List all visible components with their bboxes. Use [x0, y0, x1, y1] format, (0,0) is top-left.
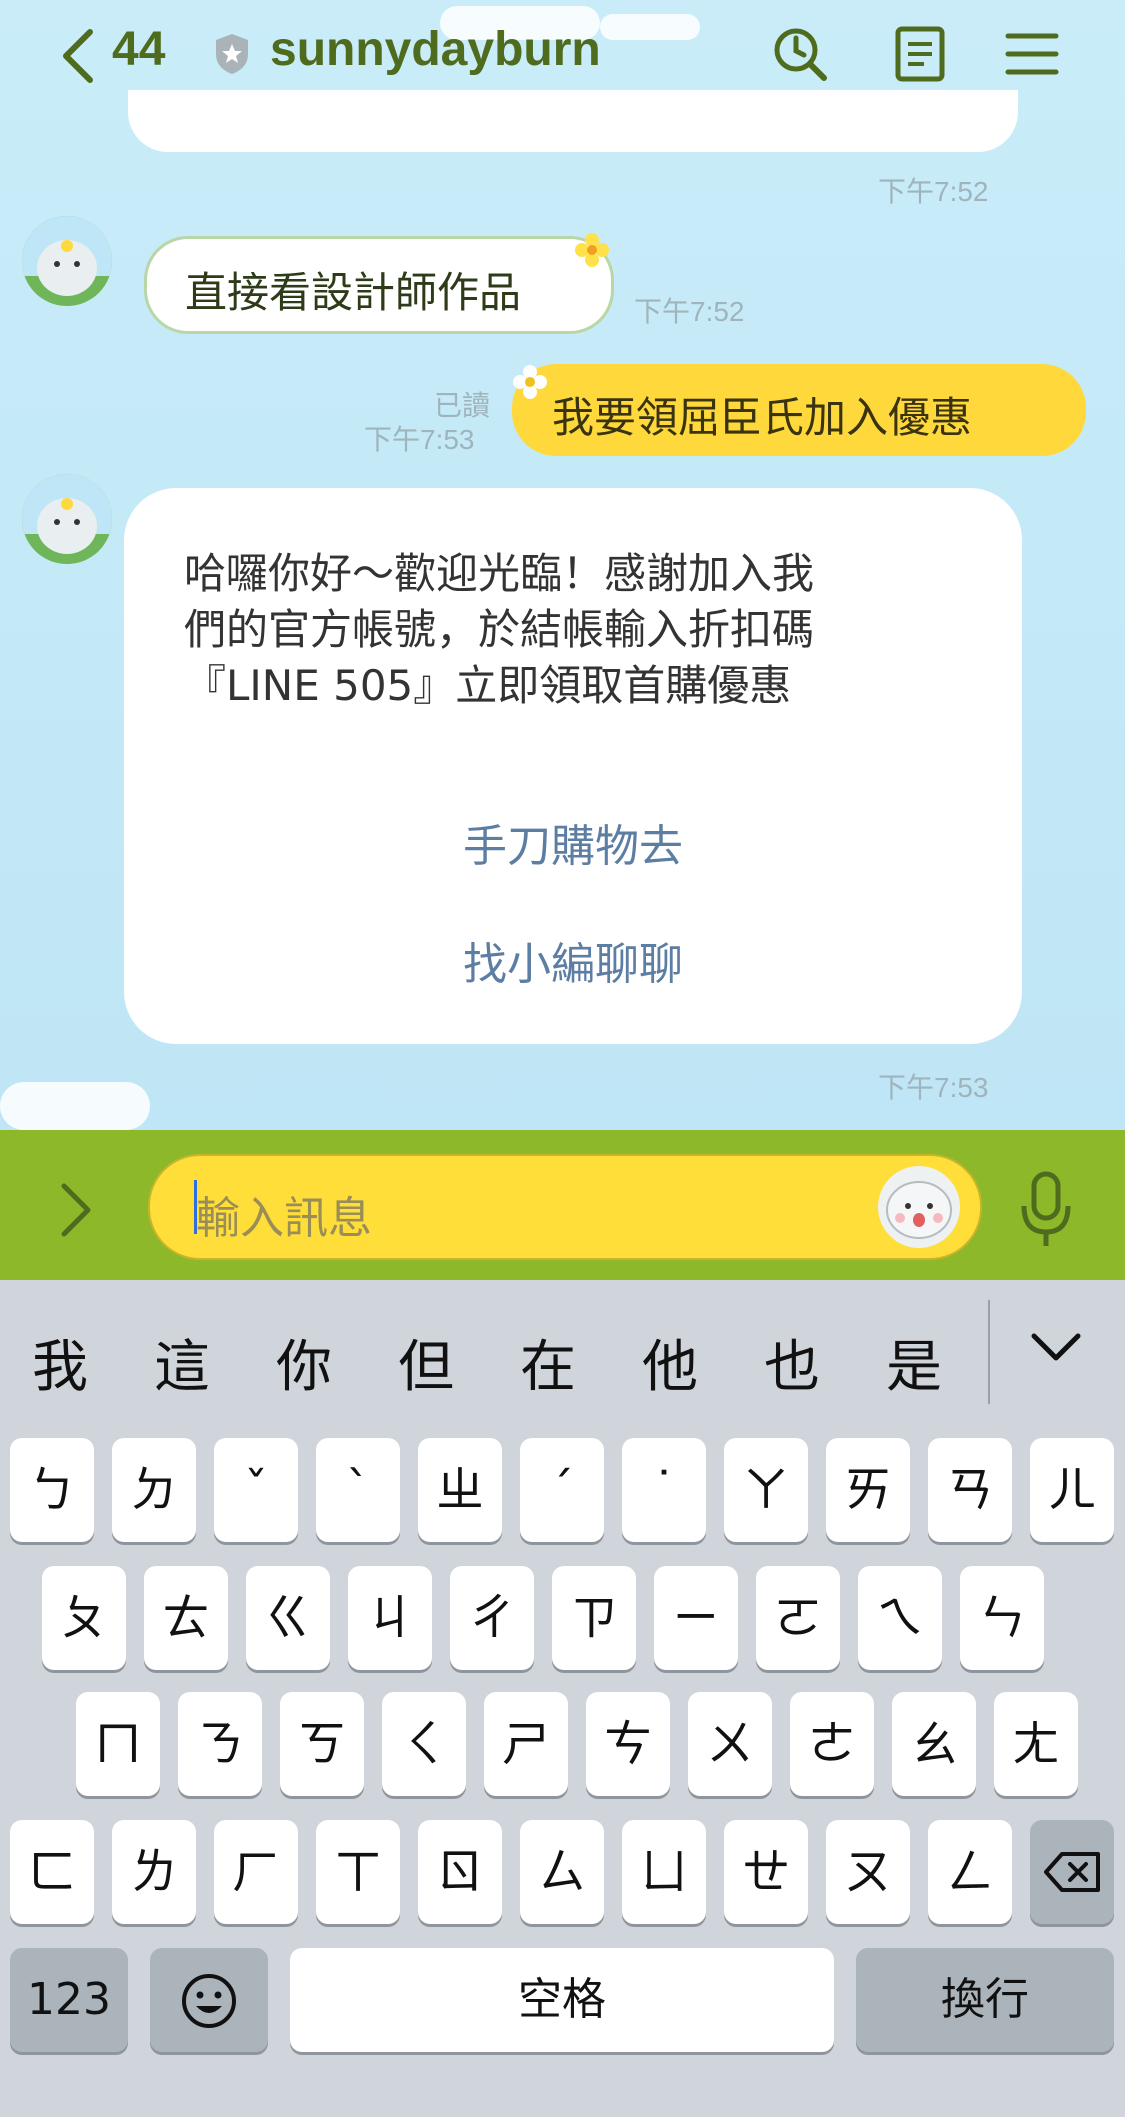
keyboard-key[interactable]: ㄎ	[280, 1692, 364, 1796]
keyboard-key[interactable]: ㄛ	[756, 1566, 840, 1670]
message-input-bar: 輸入訊息	[0, 1130, 1125, 1280]
keyboard-key[interactable]: ㄦ	[1030, 1438, 1114, 1542]
keyboard-key[interactable]: ㄗ	[552, 1566, 636, 1670]
chat-area: 44 sunnydayburn 下午7:52 直接看設計師作品 下午7:52 已…	[0, 0, 1125, 1130]
candidate-word[interactable]: 在	[520, 1322, 576, 1403]
message-time: 下午7:53	[878, 1072, 989, 1103]
candidate-bar: 我 這 你 但 在 他 也 是	[0, 1280, 1125, 1420]
emoji-icon	[182, 1974, 236, 2028]
emoji-key[interactable]	[150, 1948, 268, 2052]
sticker-icon	[886, 1181, 952, 1239]
keyboard-key[interactable]: ㄣ	[960, 1566, 1044, 1670]
keyboard-key[interactable]: ㄕ	[484, 1692, 568, 1796]
cloud-decoration	[0, 1082, 150, 1130]
keyboard-key[interactable]: ㄆ	[42, 1566, 126, 1670]
keyboard-key[interactable]: ㄡ	[826, 1820, 910, 1924]
note-icon[interactable]	[890, 24, 950, 84]
chat-title: sunnydayburn	[270, 23, 601, 76]
keyboard-key[interactable]: ㄒ	[316, 1820, 400, 1924]
previous-message-bubble	[128, 90, 1018, 152]
keyboard-key[interactable]: ㄏ	[214, 1820, 298, 1924]
keyboard-key[interactable]: ㄇ	[76, 1692, 160, 1796]
flower-icon	[575, 233, 609, 267]
numbers-key[interactable]: 123	[10, 1948, 128, 2052]
message-time: 下午7:53	[364, 424, 475, 455]
keyboard-key[interactable]: ˋ	[316, 1438, 400, 1542]
candidate-word[interactable]: 也	[764, 1322, 820, 1403]
keyboard-key[interactable]: ㄐ	[348, 1566, 432, 1670]
keyboard: 我 這 你 但 在 他 也 是 ㄅㄉ ˇ ˋ ㄓ ˊ ˙ ㄚㄞㄢㄦ ㄆㄊㄍㄐㄔㄗㄧㄛㄟㄣ ㄇ…	[0, 1280, 1125, 2117]
message-input[interactable]: 輸入訊息	[148, 1154, 982, 1260]
sticker-button[interactable]	[878, 1166, 960, 1248]
candidate-word[interactable]: 他	[642, 1322, 698, 1403]
candidate-word[interactable]: 我	[32, 1322, 88, 1403]
keyboard-key[interactable]: ㄜ	[790, 1692, 874, 1796]
space-key[interactable]: 空格	[290, 1948, 834, 2052]
keyboard-key[interactable]: ˙	[622, 1438, 706, 1542]
keyboard-key[interactable]: ㄓ	[418, 1438, 502, 1542]
backspace-key[interactable]	[1030, 1820, 1114, 1924]
card-text-line: 哈囉你好～歡迎光臨！感謝加入我	[184, 549, 815, 598]
message-text: 直接看設計師作品	[185, 268, 522, 317]
keyboard-key[interactable]: ㄊ	[144, 1566, 228, 1670]
candidate-word[interactable]: 你	[276, 1322, 332, 1403]
shield-badge-icon	[216, 34, 248, 74]
keyboard-key[interactable]: ㄈ	[10, 1820, 94, 1924]
keyboard-key[interactable]: ㄩ	[622, 1820, 706, 1924]
avatar[interactable]	[22, 474, 112, 564]
candidate-word[interactable]: 是	[886, 1322, 942, 1403]
microphone-icon[interactable]	[1018, 1170, 1074, 1250]
keyboard-key[interactable]: ㄘ	[586, 1692, 670, 1796]
keyboard-key[interactable]: ㄙ	[520, 1820, 604, 1924]
keyboard-key[interactable]: ㄚ	[724, 1438, 808, 1542]
card-text-line: 『LINE 505』立即領取首購優惠	[184, 661, 792, 710]
keyboard-key[interactable]: ㄞ	[826, 1438, 910, 1542]
unread-count[interactable]: 44	[112, 22, 165, 77]
outgoing-message-bubble[interactable]: 我要領屈臣氏加入優惠	[512, 364, 1086, 456]
keyboard-key[interactable]: ㄨ	[688, 1692, 772, 1796]
keyboard-key[interactable]: ㄖ	[418, 1820, 502, 1924]
keyboard-key[interactable]: ㄢ	[928, 1438, 1012, 1542]
keyboard-key[interactable]: ㄤ	[994, 1692, 1078, 1796]
keyboard-key[interactable]: ˊ	[520, 1438, 604, 1542]
message-input-placeholder: 輸入訊息	[196, 1193, 372, 1244]
keyboard-key[interactable]: ㄌ	[112, 1820, 196, 1924]
keyboard-key[interactable]: ˇ	[214, 1438, 298, 1542]
message-text: 我要領屈臣氏加入優惠	[552, 393, 973, 442]
keyboard-key[interactable]: ㄠ	[892, 1692, 976, 1796]
candidate-word[interactable]: 但	[398, 1322, 454, 1403]
keyboard-key[interactable]: ㄍ	[246, 1566, 330, 1670]
keyboard-key[interactable]: ㄧ	[654, 1566, 738, 1670]
search-icon[interactable]	[770, 24, 830, 84]
bunny-avatar-icon	[22, 474, 112, 564]
keyboard-key[interactable]: ㄥ	[928, 1820, 1012, 1924]
chevron-down-icon[interactable]	[1030, 1330, 1082, 1366]
candidate-divider	[988, 1300, 990, 1404]
keyboard-key[interactable]: ㄑ	[382, 1692, 466, 1796]
shop-now-link[interactable]: 手刀購物去	[124, 810, 1022, 874]
keyboard-key[interactable]: ㄔ	[450, 1566, 534, 1670]
keyboard-key[interactable]: ㄅ	[10, 1438, 94, 1542]
keyboard-key[interactable]: ㄋ	[178, 1692, 262, 1796]
flower-icon	[513, 365, 547, 399]
candidate-word[interactable]: 這	[154, 1322, 210, 1403]
keyboard-key[interactable]: ㄟ	[858, 1566, 942, 1670]
message-time: 下午7:52	[634, 296, 745, 327]
incoming-message-bubble[interactable]: 直接看設計師作品	[144, 236, 614, 334]
menu-icon[interactable]	[1002, 24, 1062, 84]
return-key[interactable]: 換行	[856, 1948, 1114, 2052]
chat-with-staff-link[interactable]: 找小編聊聊	[124, 928, 1022, 992]
backspace-icon	[1044, 1852, 1100, 1892]
keyboard-key[interactable]: ㄝ	[724, 1820, 808, 1924]
card-body: 哈囉你好～歡迎光臨！感謝加入我 們的官方帳號，於結帳輸入折扣碼 『LINE 50…	[184, 546, 974, 714]
chevron-right-icon[interactable]	[56, 1180, 96, 1240]
back-chevron-icon[interactable]	[58, 28, 98, 84]
message-time: 下午7:52	[878, 176, 989, 207]
avatar[interactable]	[22, 216, 112, 306]
welcome-card: 哈囉你好～歡迎光臨！感謝加入我 們的官方帳號，於結帳輸入折扣碼 『LINE 50…	[124, 488, 1022, 1044]
keyboard-key[interactable]: ㄉ	[112, 1438, 196, 1542]
bunny-avatar-icon	[22, 216, 112, 306]
card-text-line: 們的官方帳號，於結帳輸入折扣碼	[184, 605, 815, 654]
